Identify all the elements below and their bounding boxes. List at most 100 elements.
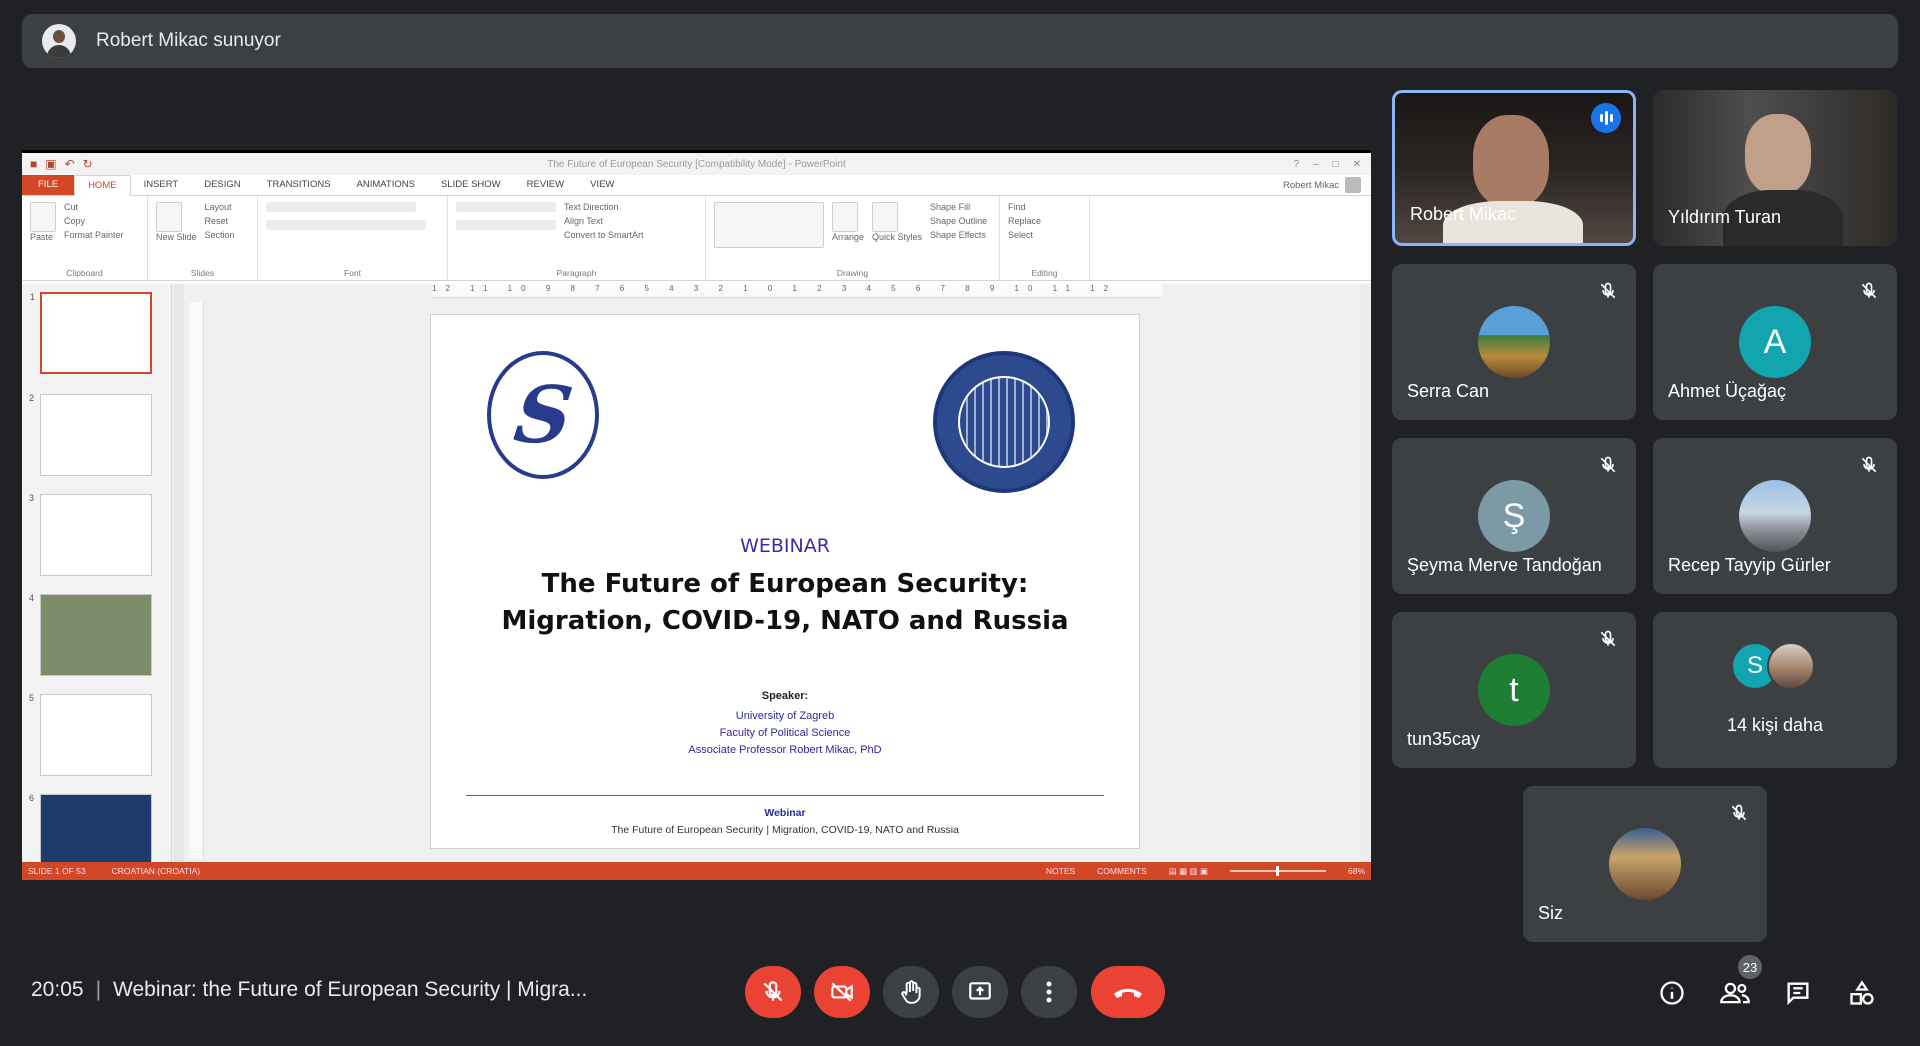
paste-icon [30, 202, 56, 232]
reset-button[interactable]: Reset [205, 216, 235, 226]
zoom-level[interactable]: 68% [1348, 866, 1365, 876]
speaking-indicator-icon [1591, 103, 1621, 133]
activities-button[interactable] [1845, 976, 1879, 1010]
minimize-icon[interactable]: – [1313, 159, 1319, 170]
more-participants-tile[interactable]: S 14 kişi daha [1653, 612, 1897, 768]
camera-toggle-button[interactable] [814, 966, 870, 1018]
participant-tile-serra-can[interactable]: Serra Can [1392, 264, 1636, 420]
slide-thumb-2[interactable]: 2 [29, 393, 152, 476]
participant-tile-self[interactable]: Siz [1523, 786, 1767, 942]
speaker-line-3: Associate Professor Robert Mikac, PhD [688, 744, 882, 756]
convert-smartart-button[interactable]: Convert to SmartArt [564, 230, 644, 240]
participant-tile-ahmet-ucagac[interactable]: A Ahmet Üçağaç [1653, 264, 1897, 420]
presenter-banner: Robert Mikac sunuyor [22, 14, 1898, 68]
slide-footer-rule [466, 795, 1104, 796]
more-participants-photo-avatar [1767, 642, 1815, 690]
ribbon-group-slides: New Slide Layout Reset Section Slides [148, 196, 258, 280]
new-slide-label: New Slide [156, 232, 197, 242]
replace-button[interactable]: Replace [1008, 216, 1041, 226]
participant-tile-robert-mikac[interactable]: Robert Mikac [1392, 90, 1636, 246]
tab-design[interactable]: DESIGN [191, 175, 253, 195]
view-buttons[interactable]: ▤ ▦ ▥ ▣ [1169, 866, 1208, 877]
select-button[interactable]: Select [1008, 230, 1041, 240]
participant-tile-seyma-merve-tandogan[interactable]: Ş Şeyma Merve Tandoğan [1392, 438, 1636, 594]
comments-button[interactable]: COMMENTS [1097, 866, 1147, 876]
sakarya-logo-mark: S [500, 369, 586, 461]
thumbnails-scrollbar[interactable] [174, 284, 184, 864]
meeting-info: 20:05 | Webinar: the Future of European Se… [31, 978, 587, 1002]
tab-animations[interactable]: ANIMATIONS [344, 175, 428, 195]
zoom-slider[interactable] [1229, 866, 1326, 876]
slide-speaker-info: University of Zagreb Faculty of Politica… [431, 708, 1139, 759]
help-icon[interactable]: ? [1293, 159, 1299, 170]
text-direction-button[interactable]: Text Direction [564, 202, 644, 212]
microphone-toggle-button[interactable] [745, 966, 801, 1018]
presenter-avatar [42, 24, 76, 58]
close-icon[interactable]: ✕ [1353, 159, 1361, 170]
tab-file[interactable]: FILE [22, 175, 75, 195]
slide-thumb-3[interactable]: 3 [29, 493, 152, 576]
raise-hand-icon [901, 980, 921, 1004]
participant-video-face [1745, 114, 1811, 194]
speaker-line-1: University of Zagreb [735, 710, 835, 722]
more-options-button[interactable] [1021, 966, 1077, 1018]
slide-thumb-5[interactable]: 5 [29, 693, 152, 776]
shape-effects-button[interactable]: Shape Effects [930, 230, 987, 240]
shape-outline-button[interactable]: Shape Outline [930, 216, 987, 226]
tab-slide-show[interactable]: SLIDE SHOW [428, 175, 514, 195]
participant-tile-yildirim-turan[interactable]: Yıldırım Turan [1653, 90, 1897, 246]
section-button[interactable]: Section [205, 230, 235, 240]
find-button[interactable]: Find [1008, 202, 1041, 212]
slide-thumb-number: 6 [29, 793, 35, 803]
raise-hand-button[interactable] [883, 966, 939, 1018]
mic-off-icon [1861, 456, 1877, 473]
participant-name: Siz [1538, 903, 1564, 923]
meeting-details-button[interactable] [1655, 976, 1689, 1010]
participant-tile-tun35cay[interactable]: t tun35cay [1392, 612, 1636, 768]
font-family-select[interactable] [266, 202, 416, 212]
slide-canvas[interactable]: S WEBINAR The Future of European Securit… [430, 314, 1140, 849]
list-buttons[interactable] [456, 202, 556, 212]
shapes-gallery[interactable] [714, 202, 824, 248]
font-format-buttons[interactable] [266, 220, 426, 230]
participant-name: tun35cay [1407, 729, 1481, 749]
paste-label: Paste [30, 232, 54, 242]
align-text-button[interactable]: Align Text [564, 216, 644, 226]
shape-fill-button[interactable]: Shape Fill [930, 202, 987, 212]
ribbon-group-drawing: Arrange Quick Styles Shape Fill Shape Ou… [706, 196, 1000, 280]
camera-off-icon [831, 982, 853, 1002]
info-icon [1660, 981, 1684, 1005]
cut-button[interactable]: Cut [64, 202, 124, 212]
tab-insert[interactable]: INSERT [131, 175, 192, 195]
layout-button[interactable]: Layout [205, 202, 235, 212]
horizontal-ruler: 12 11 10 9 8 7 6 5 4 3 2 1 0 1 2 3 4 5 6… [432, 284, 1162, 298]
present-now-button[interactable] [952, 966, 1008, 1018]
participant-letter-avatar: A [1739, 306, 1811, 378]
chat-button[interactable] [1781, 976, 1815, 1010]
tab-transitions[interactable]: TRANSITIONS [254, 175, 344, 195]
ppt-user[interactable]: Robert Mikac [1283, 177, 1361, 193]
align-buttons[interactable] [456, 220, 556, 230]
notes-button[interactable]: NOTES [1046, 866, 1075, 876]
tab-view[interactable]: VIEW [577, 175, 627, 195]
slide-counter: SLIDE 1 OF 53 [28, 866, 86, 876]
tab-review[interactable]: REVIEW [514, 175, 577, 195]
copy-button[interactable]: Copy [64, 216, 124, 226]
arrange-label: Arrange [832, 232, 865, 242]
leave-call-button[interactable] [1091, 966, 1165, 1018]
format-painter-button[interactable]: Format Painter [64, 230, 124, 240]
participant-tile-recep-tayyip-gurler[interactable]: Recep Tayyip Gürler [1653, 438, 1897, 594]
slide-thumb-1[interactable]: 1 [30, 292, 152, 374]
participant-name: Robert Mikac [1410, 204, 1517, 224]
slide-thumb-6[interactable]: 6 [29, 793, 152, 864]
maximize-icon[interactable]: □ [1333, 159, 1339, 170]
mic-off-icon [1600, 630, 1616, 647]
people-button[interactable] [1718, 976, 1752, 1010]
participant-letter-avatar: Ş [1478, 480, 1550, 552]
language-indicator[interactable]: CROATIAN (CROATIA) [112, 866, 200, 876]
tab-home[interactable]: HOME [74, 174, 131, 196]
slide-thumb-4[interactable]: 4 [29, 593, 152, 676]
editor-scrollbar[interactable] [1359, 284, 1369, 864]
slide-thumb-number: 4 [29, 593, 35, 603]
end-call-icon [1114, 988, 1142, 998]
